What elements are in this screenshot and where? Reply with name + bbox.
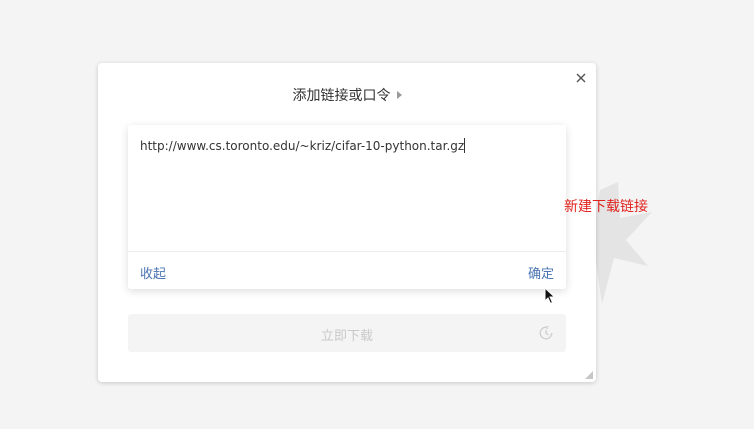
dialog-title-row[interactable]: 添加链接或口令 [98, 87, 596, 105]
add-link-dialog: 添加链接或口令 http://www.cs.toronto.edu/~kriz/… [98, 63, 596, 382]
collapse-button[interactable]: 收起 [140, 263, 166, 282]
link-input-value: http://www.cs.toronto.edu/~kriz/cifar-10… [140, 139, 465, 153]
close-icon[interactable] [574, 71, 588, 85]
clock-icon[interactable] [538, 325, 554, 341]
download-now-label: 立即下载 [320, 329, 373, 344]
text-caret [464, 138, 466, 153]
link-input[interactable]: http://www.cs.toronto.edu/~kriz/cifar-10… [140, 138, 554, 154]
card-divider [128, 251, 566, 252]
resize-grip-icon[interactable] [585, 371, 593, 379]
download-now-button[interactable]: 立即下载 [128, 314, 566, 352]
annotation-label: 新建下载链接 [564, 199, 648, 215]
dialog-title: 添加链接或口令 [292, 88, 391, 104]
mouse-cursor-icon [544, 287, 556, 305]
caret-right-icon [396, 91, 402, 99]
link-input-card: http://www.cs.toronto.edu/~kriz/cifar-10… [128, 125, 566, 289]
confirm-button[interactable]: 确定 [528, 263, 554, 282]
